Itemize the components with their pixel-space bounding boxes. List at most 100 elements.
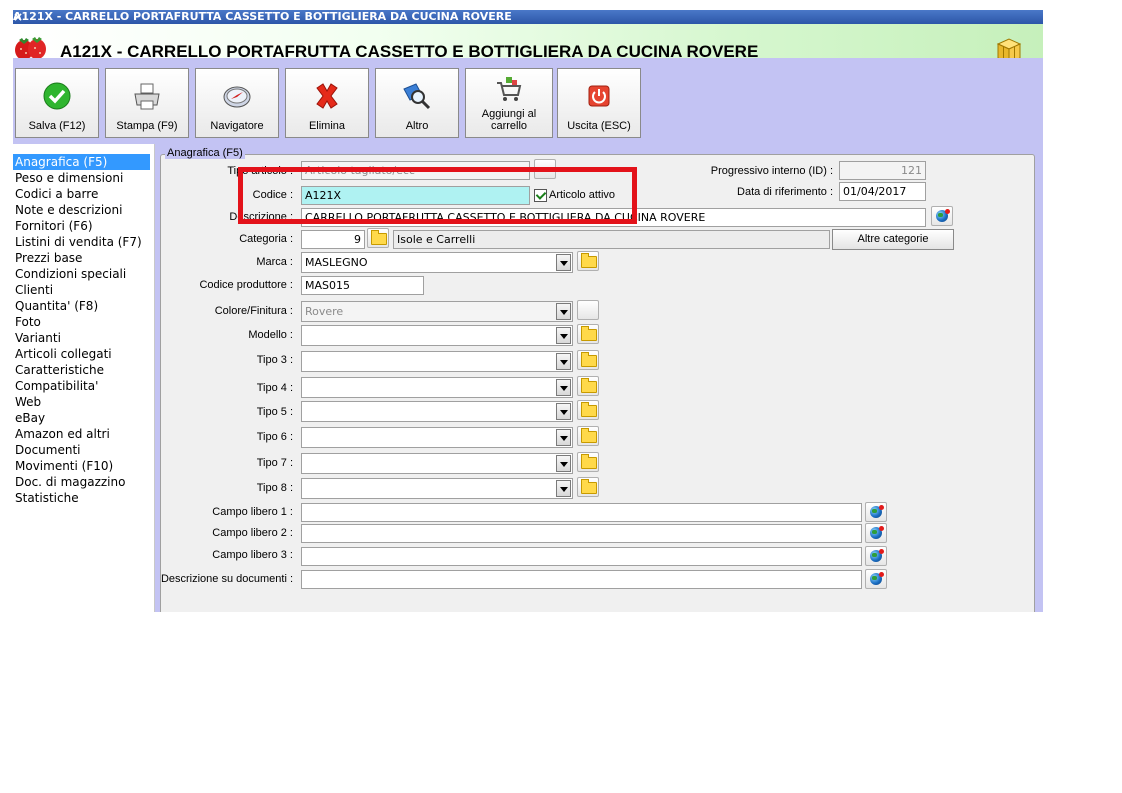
tipo7-folder-icon[interactable] [577, 452, 599, 472]
tipo6-select[interactable] [301, 427, 573, 448]
nav-item[interactable]: Condizioni speciali [13, 266, 150, 282]
colore-label: Colore/Finitura : [214, 305, 293, 317]
compass-icon [223, 86, 251, 108]
exit-button[interactable]: Uscita (ESC) [557, 68, 641, 138]
colore-value: Rovere [305, 305, 344, 318]
tipo7-select[interactable] [301, 453, 573, 474]
nav-item[interactable]: Listini di vendita (F7) [13, 234, 150, 250]
campo-libero-2-field[interactable] [301, 524, 862, 543]
tipo8-folder-icon[interactable] [577, 477, 599, 497]
add-to-cart-button[interactable]: Aggiungi al carrello [465, 68, 553, 138]
delete-button[interactable]: Elimina [285, 68, 369, 138]
nav-item[interactable]: Doc. di magazzino [13, 474, 150, 490]
tipo8-select[interactable] [301, 478, 573, 499]
nav-item[interactable]: eBay [13, 410, 150, 426]
print-button[interactable]: Stampa (F9) [105, 68, 189, 138]
tipo7-label: Tipo 7 : [256, 457, 293, 469]
nav-item[interactable]: Codici a barre [13, 186, 150, 202]
chevron-down-icon[interactable] [556, 353, 571, 370]
nav-item[interactable]: Compatibilita' [13, 378, 150, 394]
nav-item[interactable]: Clienti [13, 282, 150, 298]
nav-item[interactable]: Web [13, 394, 150, 410]
campo-libero-3-field[interactable] [301, 547, 862, 566]
nav-list: Anagrafica (F5) Peso e dimensioni Codici a… [13, 154, 150, 506]
tipo3-folder-icon[interactable] [577, 350, 599, 370]
nav-item[interactable]: Caratteristiche [13, 362, 150, 378]
nav-item[interactable]: Amazon ed altri [13, 426, 150, 442]
tipo6-label: Tipo 6 : [256, 431, 293, 443]
codice-produttore-field[interactable]: MAS015 [301, 276, 424, 295]
tipo6-folder-icon[interactable] [577, 426, 599, 446]
colore-select[interactable]: Rovere [301, 301, 573, 322]
progressivo-field[interactable]: 121 [839, 161, 926, 180]
categoria-folder-icon[interactable] [367, 228, 389, 248]
campo-libero-1-globe-icon[interactable] [865, 502, 887, 522]
data-riferimento-label: Data di riferimento : [737, 186, 833, 198]
colore-lookup-icon[interactable] [577, 300, 599, 320]
chevron-down-icon[interactable] [556, 403, 571, 420]
codice-produttore-label: Codice produttore : [199, 279, 293, 291]
campo-libero-2-label: Campo libero 2 : [212, 527, 293, 539]
campo-libero-1-label: Campo libero 1 : [212, 506, 293, 518]
tipo5-folder-icon[interactable] [577, 400, 599, 420]
power-icon [588, 85, 610, 107]
marca-select[interactable]: MASLEGNO [301, 252, 573, 273]
nav-item[interactable]: Articoli collegati [13, 346, 150, 362]
chevron-down-icon[interactable] [556, 303, 571, 320]
tipo5-select[interactable] [301, 401, 573, 422]
nav-item[interactable]: Statistiche [13, 490, 150, 506]
altre-categorie-button[interactable]: Altre categorie [832, 229, 954, 250]
nav-item[interactable]: Quantita' (F8) [13, 298, 150, 314]
navigator-button[interactable]: Navigatore [195, 68, 279, 138]
campo-libero-3-label: Campo libero 3 : [212, 549, 293, 561]
close-icon[interactable]: × [13, 10, 1035, 24]
more-button[interactable]: Altro [375, 68, 459, 138]
check-icon [43, 82, 71, 110]
tipo5-label: Tipo 5 : [256, 406, 293, 418]
descrizione-documenti-globe-icon[interactable] [865, 569, 887, 589]
tipo4-label: Tipo 4 : [256, 382, 293, 394]
descrizione-globe-icon[interactable] [931, 206, 953, 226]
marca-folder-icon[interactable] [577, 251, 599, 271]
save-label: Salva (F12) [28, 120, 86, 132]
tipo4-folder-icon[interactable] [577, 376, 599, 396]
nav-item[interactable]: Documenti [13, 442, 150, 458]
nav-item[interactable]: Peso e dimensioni [13, 170, 150, 186]
chevron-down-icon[interactable] [556, 379, 571, 396]
nav-item[interactable]: Foto [13, 314, 150, 330]
modello-select[interactable] [301, 325, 573, 346]
chevron-down-icon[interactable] [556, 327, 571, 344]
nav-item[interactable]: Fornitori (F6) [13, 218, 150, 234]
tipo3-label: Tipo 3 : [256, 354, 293, 366]
save-button[interactable]: Salva (F12) [15, 68, 99, 138]
nav-item[interactable]: Note e descrizioni [13, 202, 150, 218]
more-label: Altro [405, 120, 429, 132]
nav-item[interactable]: Anagrafica (F5) [13, 154, 150, 170]
campo-libero-3-globe-icon[interactable] [865, 546, 887, 566]
categoria-code-field[interactable]: 9 [301, 230, 365, 249]
data-riferimento-field[interactable]: 01/04/2017 [839, 182, 926, 201]
navigator-label: Navigatore [210, 120, 264, 132]
add-to-cart-label: Aggiungi al carrello [481, 108, 537, 132]
descrizione-documenti-field[interactable] [301, 570, 862, 589]
red-x-icon [316, 83, 338, 109]
progressivo-label: Progressivo interno (ID) : [710, 165, 833, 177]
chevron-down-icon[interactable] [556, 254, 571, 271]
chevron-down-icon[interactable] [556, 480, 571, 497]
modello-folder-icon[interactable] [577, 324, 599, 344]
highlight-box [238, 167, 637, 224]
campo-libero-1-field[interactable] [301, 503, 862, 522]
nav-item[interactable]: Movimenti (F10) [13, 458, 150, 474]
nav-pane: Anagrafica (F5) Peso e dimensioni Codici a… [13, 144, 155, 612]
delete-label: Elimina [308, 120, 346, 132]
chevron-down-icon[interactable] [556, 429, 571, 446]
chevron-down-icon[interactable] [556, 455, 571, 472]
nav-item[interactable]: Varianti [13, 330, 150, 346]
modello-label: Modello : [248, 329, 293, 341]
tipo4-select[interactable] [301, 377, 573, 398]
nav-item[interactable]: Prezzi base [13, 250, 150, 266]
campo-libero-2-globe-icon[interactable] [865, 523, 887, 543]
categoria-label: Categoria : [239, 233, 293, 245]
printer-icon [134, 83, 160, 110]
tipo3-select[interactable] [301, 351, 573, 372]
